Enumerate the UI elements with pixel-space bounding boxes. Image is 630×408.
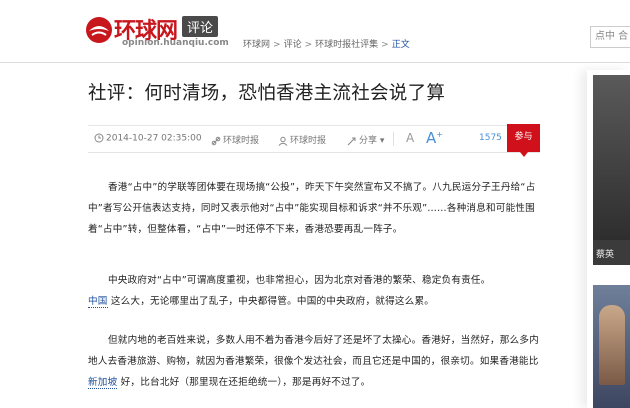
paragraph-text: 好，比台北好（那里现在还拒绝统一），那是再好不过了。 [117, 376, 371, 388]
font-size-decrease-button[interactable]: A [406, 131, 414, 145]
source-name: 环球时报 [223, 136, 260, 146]
source-link[interactable]: 环球时报 [211, 133, 259, 146]
meta-divider [393, 132, 394, 146]
clock-icon [94, 133, 104, 143]
sidebar-photo-card[interactable] [593, 285, 630, 408]
keyword-link-singapore[interactable]: 新加坡 [88, 376, 118, 389]
breadcrumb-opinion[interactable]: 评论 [284, 40, 302, 50]
breadcrumb-separator: > [273, 40, 281, 50]
paragraph-text: 中央政府对“占中”可谓高度重视，也非常担心，因为北京对香港的繁荣、稳定负有责任。 [108, 275, 491, 286]
plus-superscript: + [436, 130, 443, 139]
comment-count[interactable]: 1575 [479, 133, 502, 143]
author-link[interactable]: 环球时报 [278, 133, 326, 146]
breadcrumb-separator: > [381, 40, 389, 50]
user-icon [278, 136, 288, 146]
search-input[interactable]: 点中 合 [590, 26, 630, 48]
article-title: 社评：何时清场，恐怕香港主流社会说了算 [88, 83, 446, 104]
breadcrumb: 环球网 > 评论 > 环球时报社评集 > 正文 [243, 37, 410, 50]
publish-datetime: 2014-10-27 02:35:00 [106, 133, 202, 144]
font-size-increase-label: A [426, 129, 437, 147]
site-logo[interactable]: 环球网 评论 opinion.huanqiu.com [84, 13, 229, 49]
breadcrumb-separator: > [304, 40, 313, 50]
paragraph-text: 但就内地的老百姓来说，多数人用不着为香港今后好了还是坏了太操心。香港好，当然好，… [88, 335, 539, 367]
article-paragraph-2: 中央政府对“占中”可谓高度重视，也非常担心，因为北京对香港的繁荣、稳定负有责任。… [88, 271, 540, 313]
logo-domain: opinion.huanqiu.com [122, 38, 229, 48]
article-paragraph-3: 但就内地的老百姓来说，多数人用不着为香港今后好了还是坏了太操心。香港好，当然好，… [88, 331, 540, 393]
share-icon [347, 137, 356, 145]
breadcrumb-collection[interactable]: 环球时报社评集 [315, 40, 378, 50]
sidebar-photo-image [599, 305, 625, 385]
breadcrumb-current: 正文 [391, 40, 410, 50]
author-name: 环球时报 [290, 136, 327, 146]
link-icon [211, 136, 221, 145]
site-header: 环球网 评论 opinion.huanqiu.com 环球网 > 评论 > 环球时报社评… [0, 0, 630, 63]
sidebar-feature-caption: 蔡英 [596, 250, 615, 260]
chevron-down-icon: ▾ [377, 136, 385, 146]
join-discussion-button[interactable]: 参与 [507, 124, 540, 157]
section-badge: 评论 [182, 16, 219, 37]
article-meta-bar: 2014-10-27 02:35:00 环球时报 环球时报 分享 ▾ A A+ … [88, 124, 540, 157]
sidebar-feature-image [593, 75, 630, 240]
share-button[interactable]: 分享 ▾ [347, 133, 384, 146]
publish-time: 2014-10-27 02:35:00 [94, 133, 202, 144]
paragraph-text: 这么大，无论哪里出了乱子，中央都得管。中国的中央政府，就得这么累。 [107, 295, 435, 307]
globe-logo-icon [86, 17, 112, 43]
font-size-increase-button[interactable]: A+ [426, 129, 443, 147]
article-paragraph-1: 香港“占中”的学联等团体要在现场搞“公投”，昨天下午突然宣布又不搞了。八九民运分… [88, 178, 540, 240]
sidebar-feature-card[interactable]: 蔡英 [593, 75, 630, 265]
paragraph-text: 香港“占中”的学联等团体要在现场搞“公投”，昨天下午突然宣布又不搞了。八九民运分… [88, 182, 536, 235]
share-label: 分享 [359, 136, 378, 146]
keyword-link-china[interactable]: 中国 [88, 295, 108, 308]
breadcrumb-home[interactable]: 环球网 [243, 40, 270, 50]
